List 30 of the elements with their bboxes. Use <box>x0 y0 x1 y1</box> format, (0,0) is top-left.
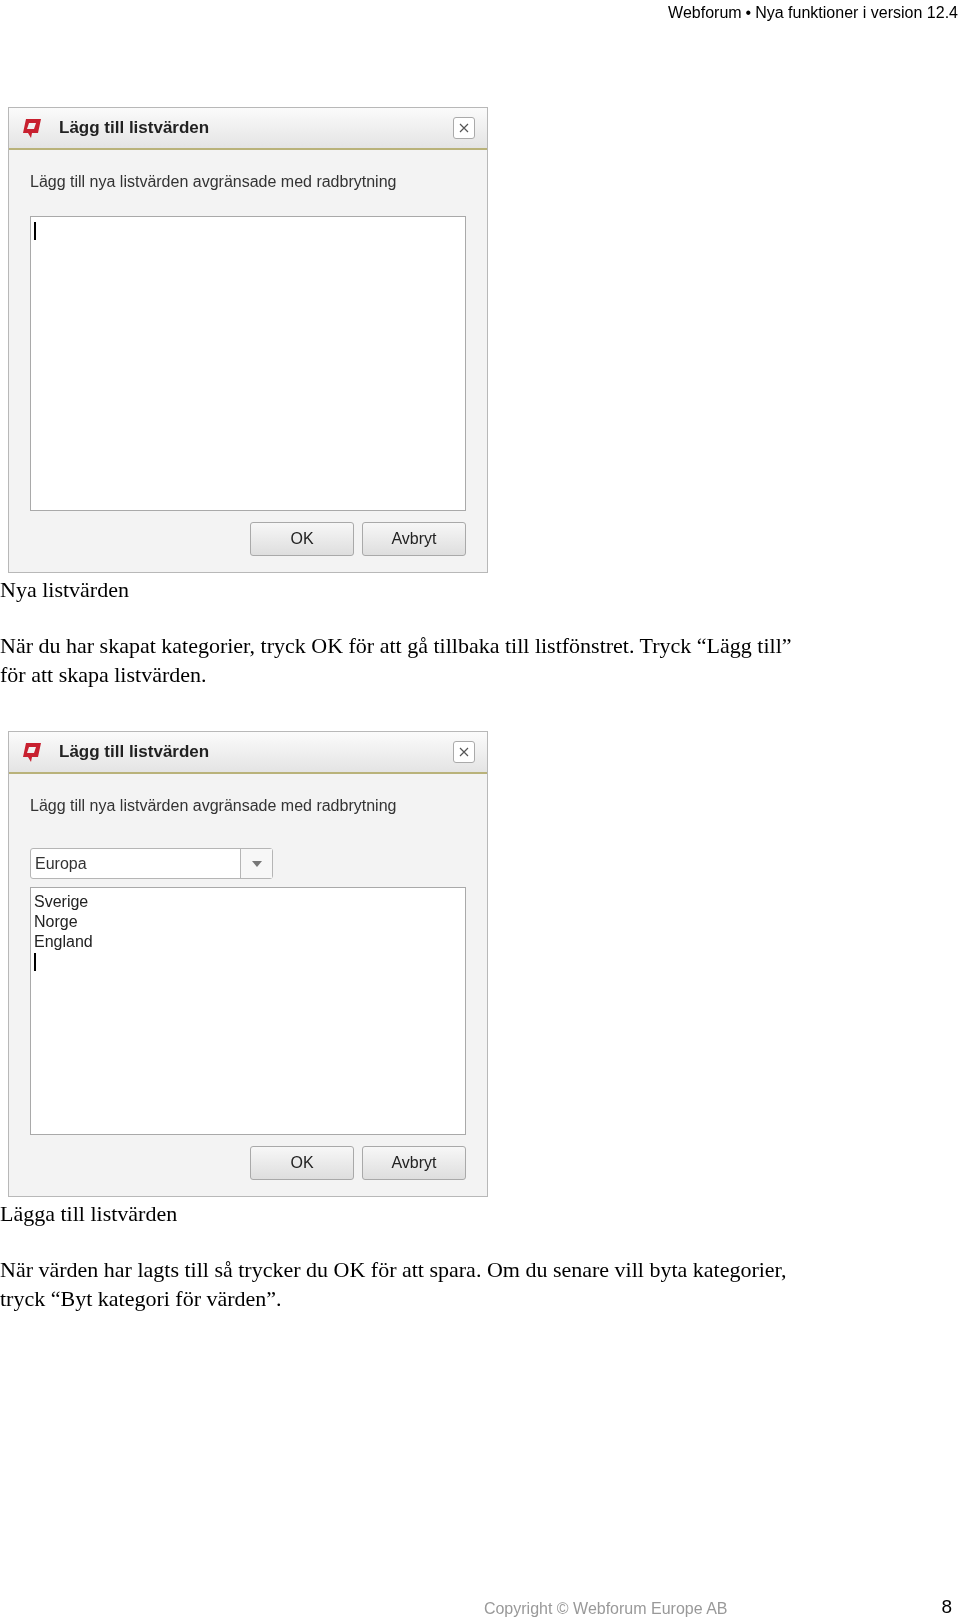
instruction-text: Lägg till nya listvärden avgränsade med radbrytning <box>30 796 398 816</box>
values-text-area[interactable]: Sverige Norge England <box>30 887 466 1135</box>
dialog-title: Lägg till listvärden <box>59 117 211 140</box>
logo-icon <box>21 741 43 763</box>
figure-caption: Nya listvärden <box>0 576 130 604</box>
page-number: 8 <box>941 1594 953 1619</box>
header-separator: • <box>745 3 752 23</box>
copyright-text: Copyright © Webforum Europe AB <box>483 1599 728 1619</box>
dialog-button[interactable]: OK <box>250 1146 354 1180</box>
dialog-button[interactable]: Avbryt <box>362 1146 466 1180</box>
close-button[interactable] <box>453 117 475 139</box>
close-icon <box>459 747 469 757</box>
dialog-button[interactable]: OK <box>250 522 354 556</box>
header-brand: Webforum <box>668 3 742 23</box>
close-button[interactable] <box>453 741 475 763</box>
category-dropdown[interactable]: Europa <box>30 848 273 879</box>
dialog-title: Lägg till listvärden <box>59 741 211 764</box>
header-title: Nya funktioner i version 12.4 <box>755 3 958 23</box>
figure-caption: Lägga till listvärden <box>0 1200 179 1228</box>
body-paragraph: När värden har lagts till så trycker du OK för att spara. Om du senare vill byta kategorier, tryck “Byt kategori för värden”. <box>0 1256 788 1313</box>
dialog-button[interactable]: Avbryt <box>362 522 466 556</box>
value-line: England <box>34 932 94 952</box>
caret-icon <box>251 860 262 867</box>
dropdown-value: Europa <box>34 854 88 874</box>
close-icon <box>459 123 469 133</box>
logo-icon <box>21 117 43 139</box>
value-line: Norge <box>34 912 79 932</box>
body-paragraph: När du har skapat kategorier, tryck OK för att gå tillbaka till listfönstret. Tryck “Lägg till” för att skapa listvärden. <box>0 632 793 689</box>
instruction-text: Lägg till nya listvärden avgränsade med radbrytning <box>30 172 398 192</box>
value-line: Sverige <box>34 892 90 912</box>
